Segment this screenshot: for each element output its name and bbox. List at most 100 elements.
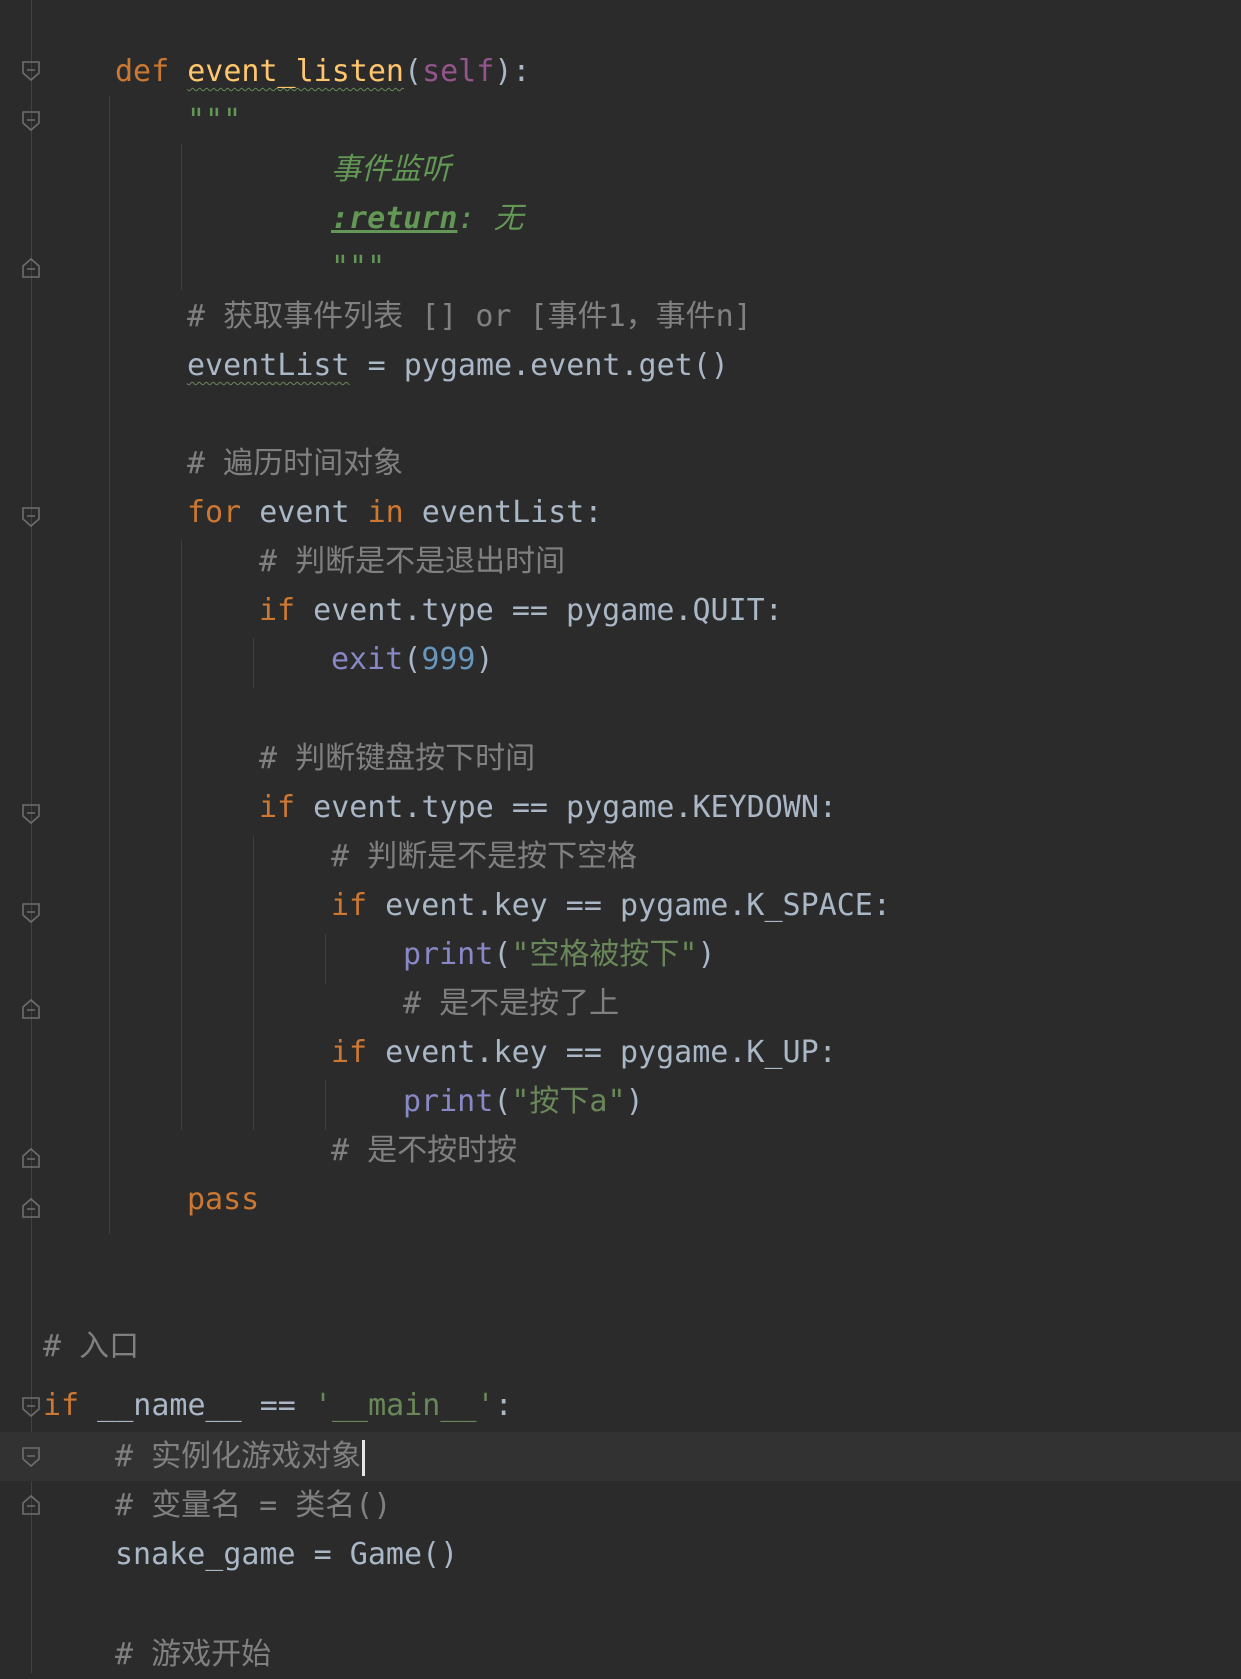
code-line-exit[interactable]: exit(999) bbox=[331, 635, 494, 684]
docstring-quotes: """ bbox=[331, 250, 386, 285]
punctuation: ( bbox=[493, 937, 512, 972]
code-text: eventList: bbox=[403, 495, 603, 530]
fold-close-icon[interactable] bbox=[21, 257, 41, 279]
variable: eventList bbox=[187, 348, 350, 383]
indent-guide bbox=[253, 638, 254, 688]
keyword: if bbox=[331, 888, 368, 923]
fold-open-icon[interactable] bbox=[21, 1396, 41, 1418]
comment: # 获取事件列表 [] or [事件1，事件n] bbox=[187, 299, 752, 334]
code-line-if-keydown[interactable]: if event.type == pygame.KEYDOWN: bbox=[259, 783, 837, 832]
comment: # 入口 bbox=[43, 1329, 140, 1364]
comment: # 判断是不是按下空格 bbox=[331, 839, 638, 874]
code-line-comment[interactable]: # 是不是按了上 bbox=[403, 979, 619, 1028]
punctuation: ( bbox=[404, 54, 423, 89]
comment: # 游戏开始 bbox=[115, 1637, 272, 1672]
code-line-docstring[interactable]: 事件监听 bbox=[331, 145, 451, 194]
indent-guide bbox=[181, 144, 182, 290]
comment: # 是不是按了上 bbox=[403, 986, 620, 1021]
fold-close-icon[interactable] bbox=[21, 998, 41, 1020]
code-line-comment[interactable]: # 判断键盘按下时间 bbox=[259, 734, 535, 783]
builtin-function: print bbox=[403, 1084, 494, 1119]
punctuation: ( bbox=[403, 642, 422, 677]
code-line-comment-current[interactable]: # 实例化游戏对象 bbox=[115, 1432, 366, 1481]
code-line-for[interactable]: for event in eventList: bbox=[187, 488, 602, 537]
code-text: event.type == pygame.QUIT: bbox=[295, 593, 783, 628]
punctuation: ) bbox=[625, 1084, 644, 1119]
code-text: snake_game = Game() bbox=[115, 1537, 459, 1572]
punctuation: : bbox=[494, 1388, 513, 1423]
keyword: def bbox=[115, 54, 170, 89]
keyword: if bbox=[259, 593, 296, 628]
string: '__main__' bbox=[313, 1388, 495, 1423]
code-line-eventlist[interactable]: eventList = pygame.event.get() bbox=[187, 341, 729, 390]
code-line-if-quit[interactable]: if event.type == pygame.QUIT: bbox=[259, 586, 783, 635]
function-name: event_listen bbox=[187, 54, 404, 89]
indent-guide bbox=[325, 1080, 326, 1130]
code-line-main-if[interactable]: if __name__ == '__main__': bbox=[43, 1381, 513, 1430]
punctuation: ): bbox=[494, 54, 531, 89]
comment: # 变量名 = 类名() bbox=[115, 1488, 392, 1523]
fold-open-icon[interactable] bbox=[21, 110, 41, 132]
code-line-if-space[interactable]: if event.key == pygame.K_SPACE: bbox=[331, 881, 891, 930]
punctuation: ) bbox=[697, 937, 716, 972]
indent-guide bbox=[325, 934, 326, 984]
code-line-comment[interactable]: # 是不按时按 bbox=[331, 1126, 517, 1175]
punctuation: ( bbox=[493, 1084, 512, 1119]
comment: # 遍历时间对象 bbox=[187, 446, 404, 481]
code-line-comment[interactable]: # 判断是不是按下空格 bbox=[331, 832, 637, 881]
keyword: if bbox=[331, 1035, 368, 1070]
code-line-print-space[interactable]: print("空格被按下") bbox=[403, 930, 716, 979]
self-param: self bbox=[422, 54, 495, 89]
string: "按下a" bbox=[511, 1084, 626, 1119]
keyword: pass bbox=[187, 1182, 260, 1217]
fold-open-icon[interactable] bbox=[21, 1446, 41, 1468]
docstring-text: : 无 bbox=[457, 201, 524, 236]
docstring-quotes: """ bbox=[187, 103, 242, 138]
code-text: event.key == pygame.K_UP: bbox=[367, 1035, 837, 1070]
comment: # 判断键盘按下时间 bbox=[259, 741, 536, 776]
comment: # 实例化游戏对象 bbox=[115, 1439, 362, 1474]
code-line-snake-game[interactable]: snake_game = Game() bbox=[115, 1530, 458, 1579]
punctuation: ) bbox=[475, 642, 494, 677]
fold-close-icon[interactable] bbox=[21, 1197, 41, 1219]
fold-close-icon[interactable] bbox=[21, 1494, 41, 1516]
indent-guide bbox=[181, 540, 182, 1130]
code-line-docstring-close[interactable]: """ bbox=[331, 243, 385, 292]
code-editor[interactable]: def event_listen(self): """ 事件监听 :return… bbox=[0, 0, 1241, 1673]
fold-open-icon[interactable] bbox=[21, 902, 41, 924]
string: "空格被按下" bbox=[511, 937, 698, 972]
gutter-divider bbox=[31, 0, 32, 1673]
code-text: __name__ == bbox=[79, 1388, 314, 1423]
comment: # 判断是不是退出时间 bbox=[259, 544, 566, 579]
keyword: for bbox=[187, 495, 242, 530]
code-line-print-a[interactable]: print("按下a") bbox=[403, 1077, 644, 1126]
code-line-docstring-open[interactable]: """ bbox=[187, 96, 241, 145]
keyword: if bbox=[259, 790, 296, 825]
code-line-comment[interactable]: # 获取事件列表 [] or [事件1，事件n] bbox=[187, 292, 752, 341]
code-text: event.type == pygame.KEYDOWN: bbox=[295, 790, 837, 825]
code-line-comment[interactable]: # 入口 bbox=[43, 1322, 139, 1371]
code-line-comment[interactable]: # 游戏开始 bbox=[115, 1630, 271, 1679]
fold-open-icon[interactable] bbox=[21, 803, 41, 825]
code-line-pass[interactable]: pass bbox=[187, 1175, 259, 1224]
fold-close-icon[interactable] bbox=[21, 1147, 41, 1169]
code-text: event bbox=[241, 495, 368, 530]
text-cursor bbox=[362, 1439, 366, 1476]
code-line-comment[interactable]: # 遍历时间对象 bbox=[187, 439, 403, 488]
code-text: event.key == pygame.K_SPACE: bbox=[367, 888, 891, 923]
code-line-comment[interactable]: # 变量名 = 类名() bbox=[115, 1481, 391, 1530]
comment: # 是不按时按 bbox=[331, 1133, 518, 1168]
docstring-text: 事件监听 bbox=[331, 152, 451, 187]
code-line-comment[interactable]: # 判断是不是退出时间 bbox=[259, 537, 565, 586]
fold-open-icon[interactable] bbox=[21, 60, 41, 82]
fold-open-icon[interactable] bbox=[21, 506, 41, 528]
code-line-def[interactable]: def event_listen(self): bbox=[115, 47, 530, 96]
docstring-return-tag: :return bbox=[331, 201, 458, 236]
keyword: if bbox=[43, 1388, 80, 1423]
builtin-function: exit bbox=[331, 642, 404, 677]
code-line-if-up[interactable]: if event.key == pygame.K_UP: bbox=[331, 1028, 837, 1077]
code-line-docstring-return[interactable]: :return: 无 bbox=[331, 194, 524, 243]
indent-guide bbox=[253, 836, 254, 1130]
keyword: in bbox=[367, 495, 404, 530]
indent-guide bbox=[109, 96, 110, 1234]
